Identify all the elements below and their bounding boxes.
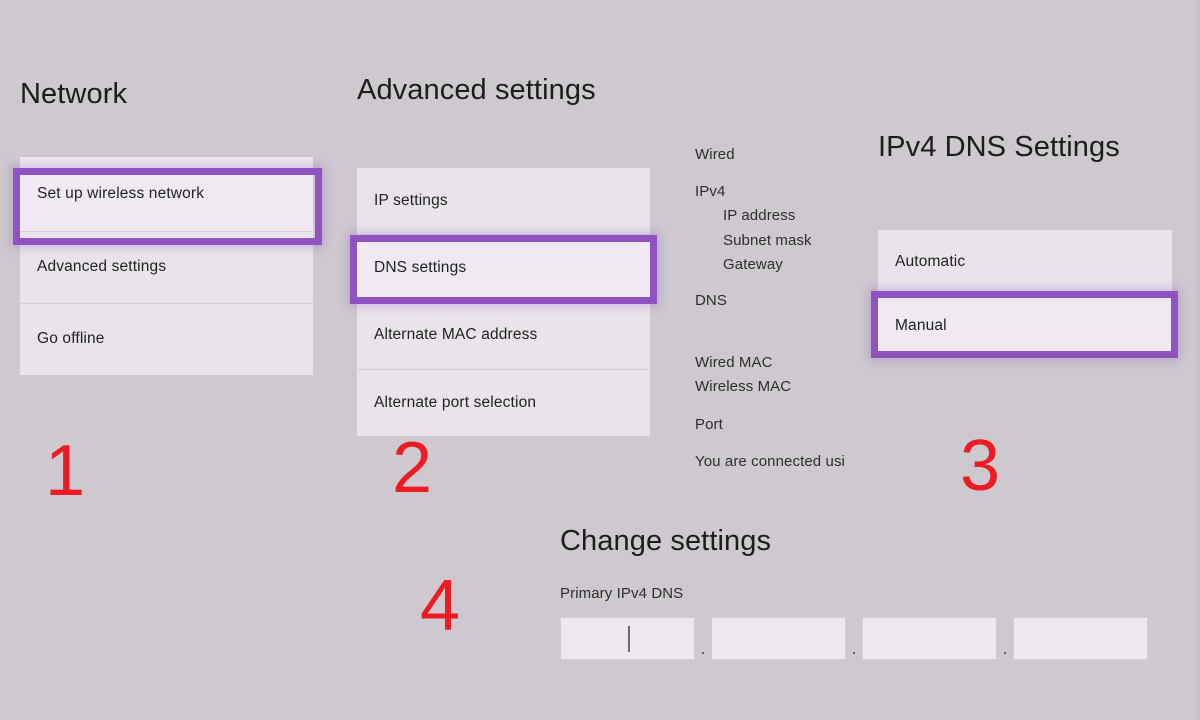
ipv4-octet-3-input[interactable]: [862, 617, 997, 660]
info-line-ip-address: IP address: [723, 207, 796, 224]
ipv4-octet-4-input[interactable]: [1013, 617, 1148, 660]
step-number-3: 3: [960, 426, 1001, 506]
octet-separator-3: .: [1002, 639, 1008, 658]
info-line-port: Port: [695, 416, 723, 433]
ipv4-octet-2-input[interactable]: [711, 617, 846, 660]
info-line-wired-mac: Wired MAC: [695, 354, 773, 371]
octet-separator-1: .: [700, 639, 706, 658]
ipv4-octet-1-input[interactable]: [560, 617, 695, 660]
primary-ipv4-dns-input-group: . . .: [560, 617, 1148, 660]
octet-separator-2: .: [851, 639, 857, 658]
right-edge-seam: [1194, 0, 1200, 720]
ipv4-dns-settings-list: Automatic Manual: [878, 230, 1172, 358]
list-item-label: Manual: [895, 316, 947, 334]
screen-root: Network Set up wireless network Advanced…: [0, 0, 1200, 720]
info-line-subnet-mask: Subnet mask: [723, 232, 812, 249]
radio-option-automatic[interactable]: Automatic: [878, 230, 1172, 293]
text-caret: [628, 626, 630, 652]
radio-option-manual[interactable]: Manual: [878, 293, 1172, 358]
info-line-wired: Wired: [695, 146, 735, 163]
info-line-gateway: Gateway: [723, 256, 783, 273]
step-number-4: 4: [420, 566, 461, 646]
primary-ipv4-dns-label: Primary IPv4 DNS: [560, 585, 684, 602]
ipv4-dns-settings-heading: IPv4 DNS Settings: [878, 131, 1120, 163]
info-line-connection-status: You are connected usi: [695, 453, 845, 470]
info-line-wireless-mac: Wireless MAC: [695, 378, 792, 395]
change-settings-heading: Change settings: [560, 525, 772, 557]
list-item-label: Automatic: [895, 252, 966, 270]
connection-info-block: Wired IPv4 IP address Subnet mask Gatewa…: [0, 0, 1200, 720]
info-line-ipv4: IPv4: [695, 183, 726, 200]
info-line-dns: DNS: [695, 292, 727, 309]
